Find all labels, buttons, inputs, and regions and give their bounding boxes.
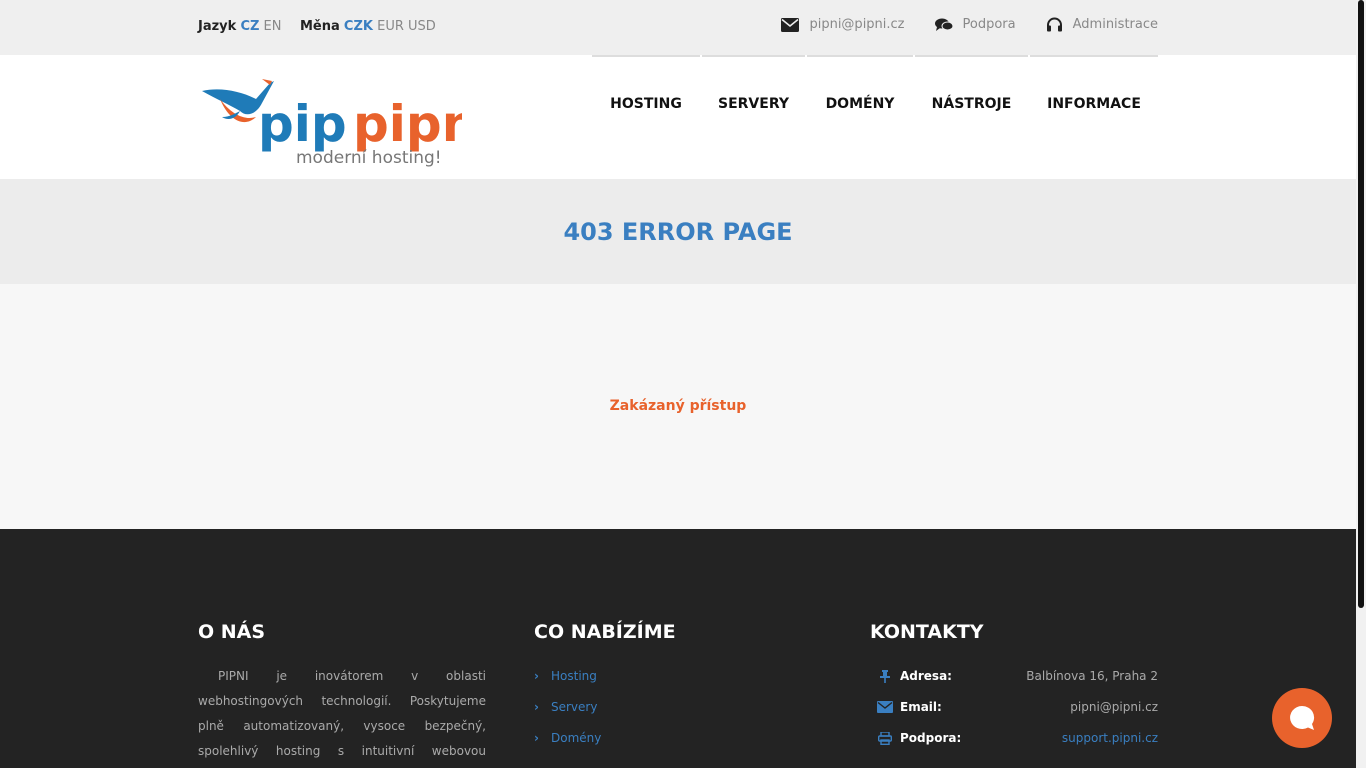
nav-servery[interactable]: SERVERY	[702, 55, 805, 151]
nav-nastroje[interactable]: NÁSTROJE	[915, 55, 1028, 151]
error-message: Zakázaný přístup	[609, 398, 747, 414]
footer-offer-title: CO NABÍZÍME	[534, 621, 676, 643]
footer-offer-list: › Hosting › Servery › Domény	[534, 669, 601, 762]
footer-offer-item[interactable]: › Hosting	[534, 669, 601, 700]
chevron-right-icon: ›	[534, 669, 539, 683]
main-content: Zakázaný přístup	[0, 284, 1356, 529]
top-links: pipni@pipni.cz Podpora Administrace	[781, 17, 1158, 32]
currency-usd[interactable]: USD	[408, 19, 436, 34]
currency-czk[interactable]: CZK	[344, 19, 373, 34]
svg-text:pip: pip	[258, 95, 347, 153]
site-logo[interactable]: pip pipni.cz moderní hosting!	[200, 77, 572, 169]
envelope-icon	[781, 17, 800, 32]
page-title-bar: 403 ERROR PAGE	[0, 179, 1356, 284]
header: pip pipni.cz moderní hosting! HOSTING SE…	[0, 55, 1356, 179]
chevron-right-icon: ›	[534, 700, 539, 714]
printer-icon	[870, 731, 900, 745]
top-bar: Jazyk CZ EN Měna CZK EUR USD pipni@pipni…	[0, 0, 1356, 55]
page-title: 403 ERROR PAGE	[563, 217, 793, 246]
page-scrollbar[interactable]	[1356, 0, 1366, 768]
nav-domeny[interactable]: DOMÉNY	[807, 55, 913, 151]
footer-offer-item[interactable]: › Domény	[534, 731, 601, 762]
footer-contacts: Adresa: Balbínova 16, Praha 2 Email: pip…	[870, 669, 1158, 762]
admin-link[interactable]: Administrace	[1046, 17, 1158, 32]
chat-bubble-icon	[1290, 705, 1315, 730]
chevron-right-icon: ›	[534, 731, 539, 745]
envelope-icon	[870, 700, 900, 713]
logo-brand: pipni.cz	[353, 95, 462, 153]
email-link-label: pipni@pipni.cz	[809, 17, 905, 32]
language-switcher: Jazyk CZ EN	[198, 19, 282, 34]
currency-label: Měna	[300, 19, 340, 34]
hummingbird-logo-icon: pip pipni.cz moderní hosting!	[202, 79, 572, 168]
footer-contacts-title: KONTAKTY	[870, 621, 984, 643]
footer: O NÁS PIPNI je inovátorem v oblasti webh…	[0, 529, 1356, 768]
language-label: Jazyk	[198, 19, 237, 34]
scrollbar-thumb[interactable]	[1358, 0, 1364, 608]
currency-eur[interactable]: EUR	[377, 19, 404, 34]
headphones-icon	[1046, 17, 1062, 32]
support-link-label: Podpora	[962, 17, 1016, 32]
comments-icon	[934, 18, 953, 31]
logo-tagline: moderní hosting!	[296, 148, 442, 168]
footer-about-title: O NÁS	[198, 621, 266, 643]
nav-hosting[interactable]: HOSTING	[592, 55, 700, 151]
support-link[interactable]: Podpora	[934, 17, 1016, 32]
currency-switcher: Měna CZK EUR USD	[300, 19, 436, 34]
main-nav: HOSTING SERVERY DOMÉNY NÁSTROJE INFORMAC…	[592, 55, 1158, 151]
admin-link-label: Administrace	[1072, 17, 1158, 32]
contact-email: Email: pipni@pipni.cz	[870, 700, 1158, 731]
language-cz[interactable]: CZ	[240, 19, 259, 34]
contact-support: Podpora: support.pipni.cz	[870, 731, 1158, 762]
footer-offer-item[interactable]: › Servery	[534, 700, 601, 731]
nav-informace[interactable]: INFORMACE	[1030, 55, 1158, 151]
email-link[interactable]: pipni@pipni.cz	[781, 17, 905, 32]
language-en[interactable]: EN	[264, 19, 282, 34]
contact-address: Adresa: Balbínova 16, Praha 2	[870, 669, 1158, 700]
pin-icon	[870, 669, 900, 683]
chat-button[interactable]	[1272, 688, 1332, 748]
footer-about-text: PIPNI je inovátorem v oblasti webhosting…	[198, 669, 486, 758]
